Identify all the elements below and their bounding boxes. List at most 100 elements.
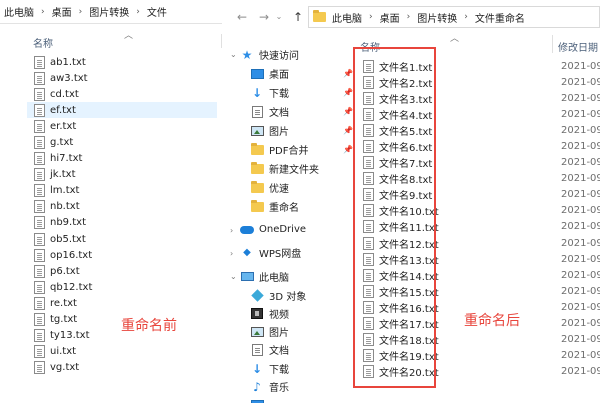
breadcrumb-item[interactable]: 文件重命名 (475, 10, 525, 25)
breadcrumb-item[interactable]: 桌面 (52, 4, 72, 19)
forward-arrow-icon[interactable]: → (256, 9, 272, 25)
file-row[interactable]: g.txt (27, 134, 217, 150)
file-row[interactable]: op16.txt (27, 247, 217, 263)
file-row[interactable]: 文件名8.txt 2021-09- (357, 171, 600, 187)
text-file-icon (363, 75, 374, 89)
text-file-icon (34, 87, 45, 101)
file-row[interactable]: 文件名4.txt 2021-09- (357, 106, 600, 122)
address-bar[interactable]: 此电脑 › 桌面 › 图片转换 › 文件重命名 (308, 6, 600, 28)
folder-icon (313, 10, 326, 22)
nav-this-pc[interactable]: 此电脑 (240, 268, 364, 285)
breadcrumb-item[interactable]: 桌面 (380, 10, 400, 25)
nav-label: 下载 (269, 89, 289, 100)
file-name: 文件名13.txt (379, 255, 439, 267)
file-name: 文件名4.txt (379, 110, 433, 122)
file-row[interactable]: 文件名12.txt 2021-09- (357, 235, 600, 251)
wps-cloud-icon: ◆ (243, 247, 251, 258)
file-row[interactable]: ob5.txt (27, 231, 217, 247)
breadcrumb-item[interactable]: 图片转换 (89, 4, 129, 19)
file-name: 文件名1.txt (379, 62, 433, 74)
nav-wps-drive[interactable]: ◆ WPS网盘 (240, 244, 364, 261)
file-row[interactable]: 文件名6.txt 2021-09- (357, 138, 600, 154)
file-name: er.txt (50, 120, 77, 132)
up-arrow-icon[interactable]: ↑ (290, 9, 306, 25)
file-row[interactable]: hi7.txt (27, 151, 217, 167)
column-divider[interactable] (552, 35, 553, 53)
file-row[interactable]: nb.txt (27, 199, 217, 215)
file-row[interactable]: 文件名15.txt 2021-09- (357, 283, 600, 299)
file-row[interactable]: qb12.txt (27, 279, 217, 295)
nav-onedrive[interactable]: OneDrive (240, 221, 364, 238)
file-modified-date: 2021-09- (561, 334, 600, 346)
column-divider[interactable] (221, 34, 222, 48)
breadcrumb-item[interactable]: 此电脑 (332, 10, 362, 25)
file-modified-date: 2021-09- (561, 253, 600, 265)
text-file-icon (363, 349, 374, 363)
breadcrumb-item[interactable]: 文件 (147, 4, 167, 19)
file-row[interactable]: 文件名14.txt 2021-09- (357, 267, 600, 283)
back-arrow-icon[interactable]: ← (234, 9, 250, 25)
chevron-down-icon[interactable]: ⌄ (230, 50, 237, 59)
text-file-icon (363, 284, 374, 298)
file-name: ui.txt (50, 346, 77, 358)
column-header-name[interactable]: 名称 ︿ (27, 31, 222, 50)
nav-label: 3D 对象 (269, 292, 307, 303)
star-icon: ★ (241, 47, 253, 62)
column-header-name[interactable]: 名称 (360, 39, 380, 54)
desktop-icon (250, 399, 264, 403)
file-row[interactable]: 文件名5.txt 2021-09- (357, 122, 600, 138)
file-row[interactable]: aw3.txt (27, 70, 217, 86)
chevron-down-icon[interactable]: ⌄ (230, 272, 237, 281)
file-row[interactable]: ef.txt (27, 102, 217, 119)
text-file-icon (34, 136, 45, 150)
file-row[interactable]: 文件名7.txt 2021-09- (357, 155, 600, 171)
nav-label: WPS网盘 (259, 249, 302, 260)
breadcrumb-item[interactable]: 此电脑 (4, 4, 34, 19)
file-row[interactable]: 文件名1.txt 2021-09- (357, 58, 600, 74)
file-row[interactable]: 文件名2.txt 2021-09- (357, 74, 600, 90)
file-row[interactable]: ui.txt (27, 344, 217, 360)
folder-icon (250, 142, 264, 156)
file-row[interactable]: 文件名3.txt 2021-09- (357, 90, 600, 106)
file-row[interactable]: 文件名9.txt 2021-09- (357, 187, 600, 203)
file-modified-date: 2021-09- (561, 237, 600, 249)
text-file-icon (363, 91, 374, 105)
file-row[interactable]: 文件名11.txt 2021-09- (357, 219, 600, 235)
file-row[interactable]: er.txt (27, 118, 217, 134)
file-modified-date: 2021-09- (561, 221, 600, 233)
text-file-icon (363, 365, 374, 379)
file-row[interactable]: p6.txt (27, 263, 217, 279)
file-row[interactable]: vg.txt (27, 360, 217, 376)
chevron-right-icon[interactable]: › (230, 226, 233, 235)
text-file-icon (34, 313, 45, 327)
file-modified-date: 2021-09- (561, 157, 600, 169)
file-row[interactable]: lm.txt (27, 183, 217, 199)
file-name: 文件名5.txt (379, 126, 433, 138)
file-row[interactable]: 文件名13.txt 2021-09- (357, 251, 600, 267)
chevron-right-icon[interactable]: › (230, 249, 233, 258)
breadcrumb[interactable]: 此电脑 › 桌面 › 图片转换 › 文件 (0, 0, 222, 24)
file-modified-date: 2021-09- (561, 269, 600, 281)
column-header-modified[interactable]: 修改日期 (558, 39, 598, 54)
file-row[interactable]: re.txt (27, 295, 217, 311)
text-file-icon (363, 300, 374, 314)
file-row[interactable]: nb9.txt (27, 215, 217, 231)
chevron-right-icon: › (406, 12, 411, 22)
file-name: g.txt (50, 137, 74, 149)
file-row[interactable]: ab1.txt (27, 54, 217, 70)
file-name: aw3.txt (50, 72, 88, 84)
text-file-icon (363, 252, 374, 266)
text-file-icon (34, 184, 45, 198)
file-row[interactable]: jk.txt (27, 167, 217, 183)
file-row[interactable]: 文件名10.txt 2021-09- (357, 203, 600, 219)
breadcrumb-item[interactable]: 图片转换 (417, 10, 457, 25)
nav-quick-access[interactable]: ★ 快速访问 (240, 46, 364, 63)
explorer-window-before: 此电脑 › 桌面 › 图片转换 › 文件 名称 ︿ ab1.txt aw3.txt… (0, 0, 222, 403)
file-row[interactable]: 文件名20.txt 2021-09- (357, 364, 600, 380)
file-row[interactable]: 文件名19.txt 2021-09- (357, 348, 600, 364)
file-modified-date: 2021-09- (561, 60, 600, 72)
file-row[interactable]: 文件名18.txt 2021-09- (357, 332, 600, 348)
file-row[interactable]: cd.txt (27, 86, 217, 102)
file-name: cd.txt (50, 88, 79, 100)
recent-locations-chevron-icon[interactable]: ⌄ (274, 9, 284, 25)
